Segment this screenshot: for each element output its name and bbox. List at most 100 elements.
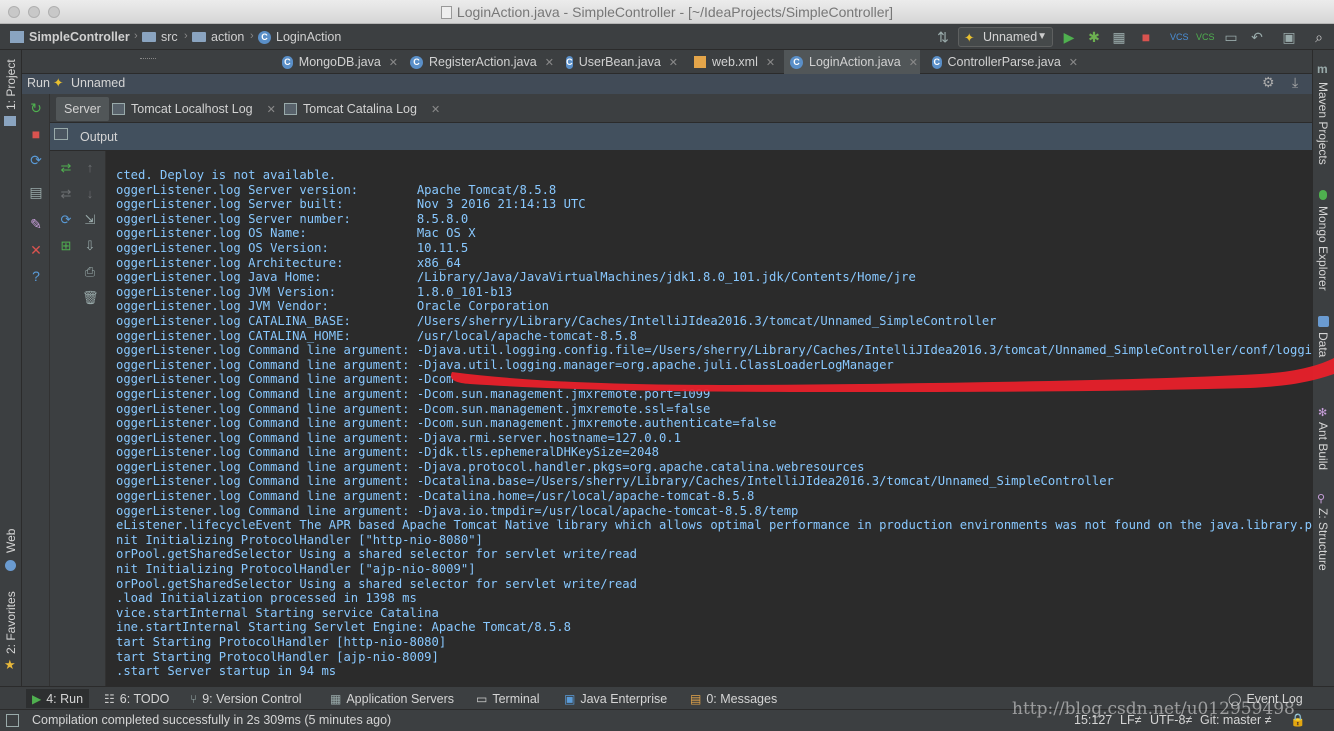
tab-server[interactable]: Server [56,97,109,121]
tab-registeraction[interactable]: C RegisterAction.java ✕ [404,50,554,74]
tab-webxml[interactable]: web.xml ✕ [688,50,782,74]
tab-tomcat-catalina-log[interactable]: Tomcat Catalina Log ✕ [276,97,448,121]
coverage-icon[interactable]: ▦ [1110,28,1128,46]
tab-application-servers[interactable]: ▦ Application Servers [324,689,460,708]
tab-tomcat-localhost-log[interactable]: Tomcat Localhost Log ✕ [104,97,284,121]
class-icon: C [566,55,573,69]
project-structure-icon[interactable]: ▣ [1280,28,1298,46]
tab-label: LoginAction.java [809,55,901,69]
console-line: oggerListener.log Architecture: x86_64 [116,255,461,270]
run-configuration-select[interactable]: ✦ Unnamed ▼ [958,27,1053,47]
tab-todo[interactable]: ☷ 6: TODO [98,689,175,708]
tab-mongodb[interactable]: C MongoDB.java ✕ [276,50,398,74]
console-text: cted. Deploy is not available. oggerListe… [116,168,1312,679]
console-line: oggerListener.log Command line argument:… [116,416,777,431]
project-tool-button[interactable]: 1: Project [4,59,18,110]
undeploy-icon[interactable]: ⇄ [58,186,74,202]
console-line: oggerListener.log CATALINA_HOME: /usr/lo… [116,328,637,343]
console-line: nit Initializing ProtocolHandler ["ajp-n… [116,562,476,577]
project-tool-label: 1: Project [4,59,18,110]
console-line: oggerListener.log Server built: Nov 3 20… [116,197,586,212]
tab-java-enterprise[interactable]: ▣ Java Enterprise [558,689,673,708]
close-icon[interactable]: ✕ [909,56,918,69]
run-panel-header: Run ✦ Unnamed ⚙ ⤓ [22,74,1312,94]
breadcrumb-src[interactable]: src [142,28,178,46]
refresh-icon[interactable]: ⟳ [58,212,74,228]
vcs-update-icon[interactable]: VCS [1170,28,1189,46]
deploy-icon[interactable]: ⇄ [58,160,74,176]
toggle-tool-windows-icon[interactable] [6,714,19,727]
console-output[interactable]: cted. Deploy is not available. oggerListe… [106,151,1312,686]
close-icon[interactable]: ✕ [28,242,44,258]
stop-icon[interactable]: ■ [1137,28,1155,46]
breadcrumb-action[interactable]: action [192,28,244,46]
tab-label: Server [64,102,101,116]
close-icon[interactable]: ✕ [669,56,678,69]
tab-controllerparse[interactable]: C ControllerParse.java ✕ [926,50,1078,74]
tab-label: web.xml [712,55,758,69]
tab-run[interactable]: ▶ 4: Run [26,689,90,708]
tab-terminal[interactable]: ▭ Terminal [470,689,546,708]
help-icon[interactable]: ? [28,268,44,284]
ant-build-tool-button[interactable]: Ant Build [1316,422,1330,470]
build-project-icon[interactable]: ⇅ [934,28,952,46]
tab-label: 4: Run [46,691,84,706]
tab-version-control[interactable]: ⑂ 9: Version Control [184,689,308,708]
todo-icon: ☷ [104,691,115,706]
breadcrumb-label: src [161,30,178,44]
up-arrow-icon[interactable]: ↑ [82,160,98,176]
close-icon[interactable]: ✕ [545,56,554,69]
pin-icon[interactable]: ✎ [28,216,44,232]
hide-panel-icon[interactable]: ⤓ [1292,74,1298,91]
update-application-icon[interactable]: ⟳ [28,152,44,168]
vcs-commit-icon[interactable]: VCS [1196,28,1215,46]
tab-userbean[interactable]: C UserBean.java ✕ [560,50,678,74]
stop-icon[interactable]: ■ [28,126,44,142]
gear-icon[interactable]: ⚙ [1262,74,1275,91]
project-tool-icon [4,116,16,126]
search-icon[interactable]: ⌕ [1310,28,1328,46]
scroll-to-end-icon[interactable]: ⇩ [82,238,98,254]
structure-tool-button[interactable]: Z: Structure [1316,508,1330,571]
database-tool-button[interactable]: Data [1316,332,1330,357]
tab-messages[interactable]: ▤ 0: Messages [684,689,783,708]
web-tool-icon [5,560,16,571]
breadcrumb-label: SimpleController [29,30,130,44]
tab-label: Terminal [492,691,540,706]
soft-wrap-icon[interactable]: ⇲ [82,212,98,228]
layout-icon[interactable]: ▤ [28,184,44,200]
console-line: .load Initialization processed in 1398 m… [116,591,417,606]
print-icon[interactable]: ⎙ [82,264,98,280]
run-icon[interactable]: ▶ [1060,28,1078,46]
database-label: Data [1316,332,1330,358]
tab-loginaction[interactable]: C LoginAction.java ✕ [784,50,920,74]
tab-overflow-icon [140,58,156,60]
rerun-icon[interactable]: ↻ [28,100,44,116]
breadcrumb-project[interactable]: SimpleController [10,28,130,46]
favorites-tool-button[interactable]: 2: Favorites [4,591,18,654]
revert-icon[interactable]: ↶ [1248,28,1266,46]
folder-icon [142,32,156,42]
tab-label: Application Servers [346,691,455,706]
output-label: Output [80,130,118,144]
close-icon[interactable]: ✕ [431,103,440,116]
web-tool-button[interactable]: Web [4,529,18,553]
maven-icon: m [1317,62,1328,76]
tomcat-icon: ✦ [53,76,64,90]
close-icon[interactable]: ✕ [766,56,775,69]
close-icon[interactable]: ✕ [267,103,276,116]
debug-icon[interactable]: ✱ [1085,28,1103,46]
tree-icon[interactable]: ⊞ [58,238,74,254]
down-arrow-icon[interactable]: ↓ [82,186,98,202]
console-line: oggerListener.log Server version: Apache… [116,182,557,197]
close-icon[interactable]: ✕ [389,56,398,69]
maven-projects-tool-button[interactable]: Maven Projects [1316,82,1330,165]
tab-label: 6: TODO [119,691,170,706]
trash-icon[interactable]: 🗑 [82,290,99,306]
close-icon[interactable]: ✕ [1069,56,1078,69]
vcs-history-icon[interactable]: ▭ [1222,28,1240,46]
mongo-explorer-tool-button[interactable]: Mongo Explorer [1316,206,1330,291]
breadcrumb-loginaction[interactable]: C LoginAction [258,28,341,46]
right-tool-strip: m Maven Projects Mongo Explorer Data ✻ A… [1312,50,1334,686]
console-line: oggerListener.log Command line argument:… [116,357,894,372]
